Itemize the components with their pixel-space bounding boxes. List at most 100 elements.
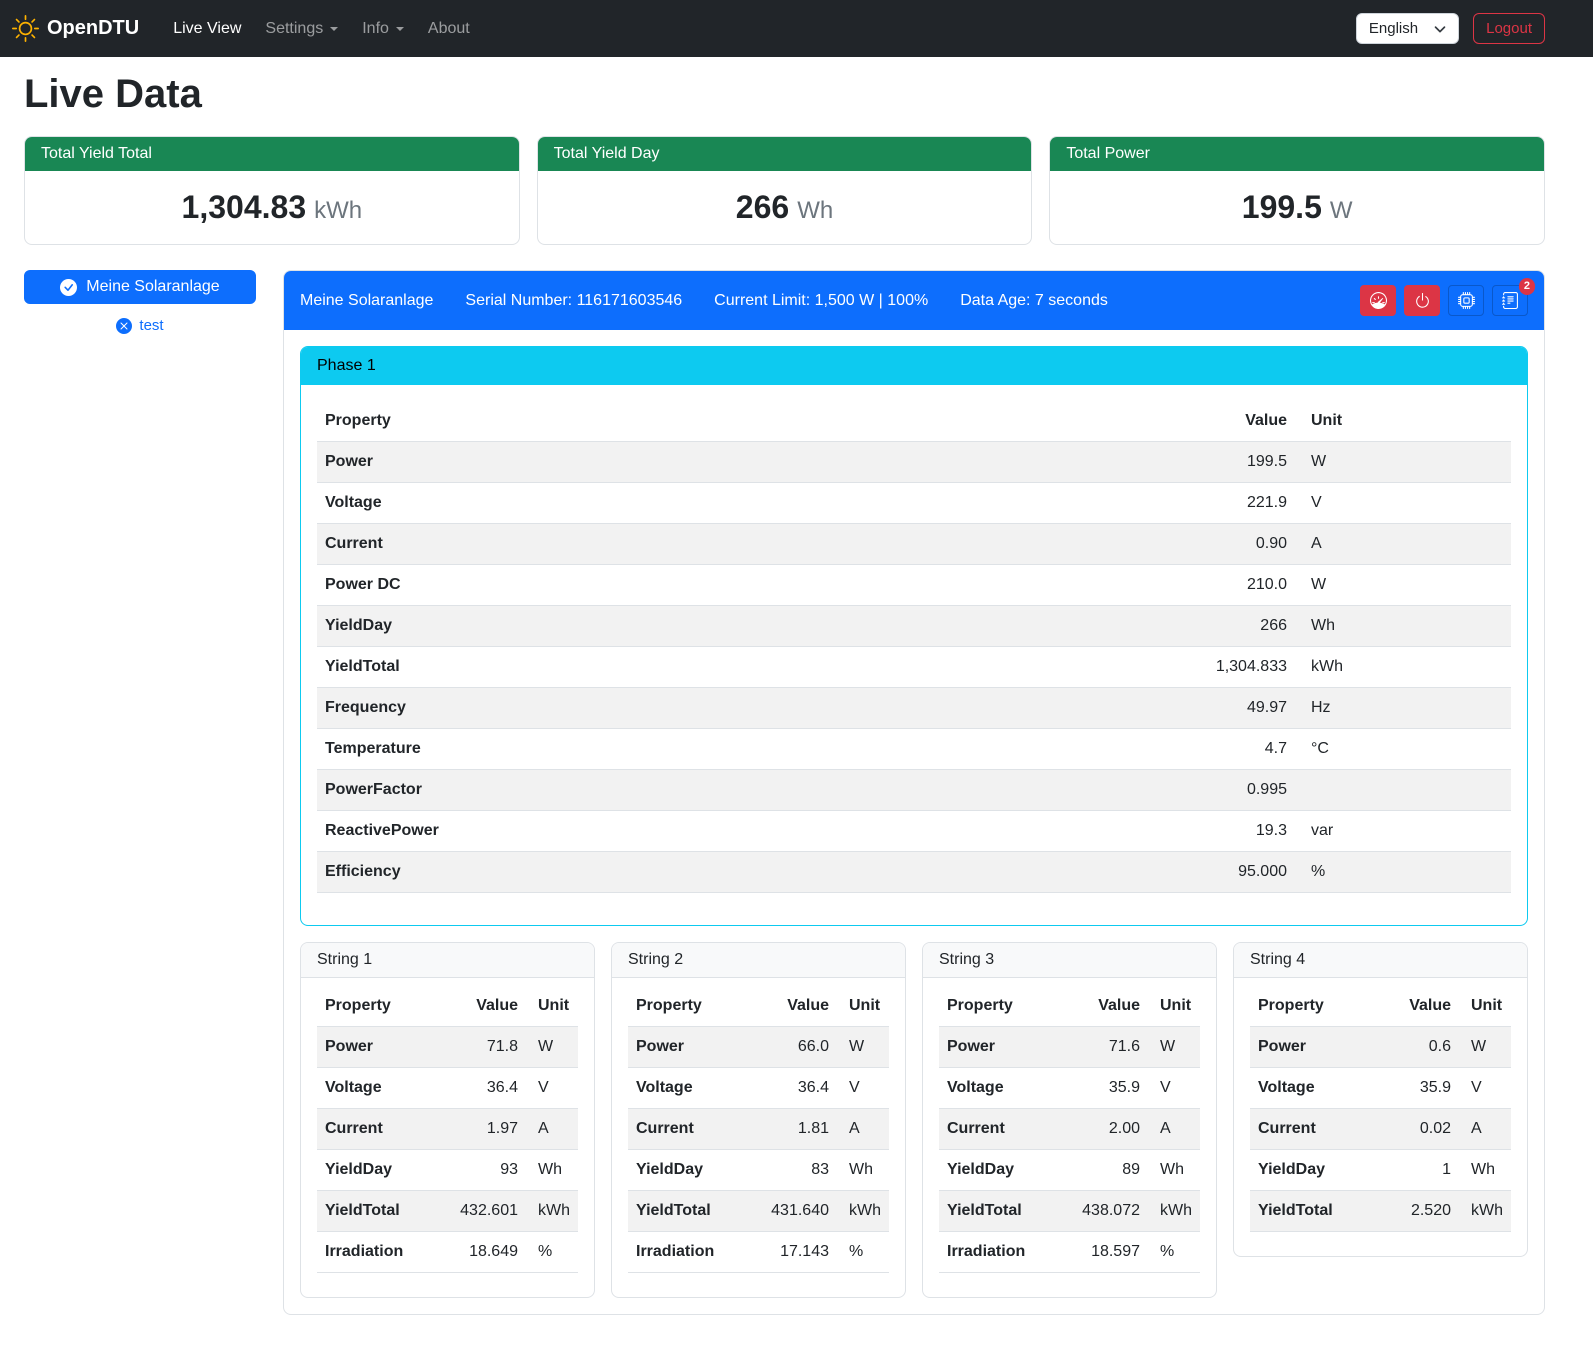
sidebar-item-label: test [139,317,163,334]
column-header-unit: Unit [526,986,578,1027]
table-row: Voltage 35.9 V [1250,1068,1511,1109]
nav-right: English Logout [1356,13,1545,44]
table-row: Voltage 36.4 V [628,1068,889,1109]
table-row: YieldTotal 432.601 kWh [317,1191,578,1232]
device-info-button[interactable] [1448,285,1484,316]
value-cell: 431.640 [745,1191,837,1232]
phase-1-card: Phase 1 Property Value Unit [300,346,1528,926]
value-cell: 199.5 [902,442,1295,483]
table-row: Voltage 35.9 V [939,1068,1200,1109]
property-cell: PowerFactor [317,770,902,811]
property-cell: Voltage [628,1068,745,1109]
summary-cards: Total Yield Total 1,304.83kWh Total Yiel… [24,136,1545,245]
sidebar-item-label: Meine Solaranlage [86,278,219,296]
sidebar-item-meine-solaranlage[interactable]: Meine Solaranlage [24,270,256,304]
logout-button[interactable]: Logout [1473,13,1545,44]
string-3-card: String 3 Property Value Unit [922,942,1217,1298]
nav-info[interactable]: Info [350,12,416,46]
table-row: Current 1.81 A [628,1109,889,1150]
value-cell: 0.90 [902,524,1295,565]
table-row: Current 1.97 A [317,1109,578,1150]
value-cell: 438.072 [1056,1191,1148,1232]
column-header-property: Property [317,986,434,1027]
power-icon [1414,292,1431,309]
table-row: Temperature 4.7 °C [317,729,1511,770]
value-cell: 0.6 [1378,1027,1459,1068]
property-cell: YieldDay [1250,1150,1378,1191]
string-card-title: String 3 [923,943,1216,978]
table-header-row: Property Value Unit [939,986,1200,1027]
page-title: Live Data [24,72,1545,117]
value-cell: 18.649 [434,1232,526,1273]
column-header-value: Value [434,986,526,1027]
power-settings-button[interactable] [1404,285,1440,316]
value-cell: 18.597 [1056,1232,1148,1273]
unit-cell: V [1459,1068,1511,1109]
unit-cell: % [526,1232,578,1273]
property-cell: Voltage [317,483,902,524]
column-header-unit: Unit [837,986,889,1027]
unit-cell: kWh [526,1191,578,1232]
value-cell: 83 [745,1150,837,1191]
unit-cell: % [1295,852,1511,893]
table-row: Voltage 221.9 V [317,483,1511,524]
event-log-button[interactable]: 2 [1492,285,1528,316]
unit-cell: kWh [1148,1191,1200,1232]
sun-icon [12,15,39,42]
unit-cell: A [526,1109,578,1150]
property-cell: Temperature [317,729,902,770]
table-row: YieldTotal 431.640 kWh [628,1191,889,1232]
table-header-row: Property Value Unit [1250,986,1511,1027]
unit-cell: Wh [1148,1150,1200,1191]
nav-settings[interactable]: Settings [253,12,350,46]
column-header-property: Property [628,986,745,1027]
language-select[interactable]: English [1356,13,1459,44]
property-cell: ReactivePower [317,811,902,852]
table-row: PowerFactor 0.995 [317,770,1511,811]
property-cell: YieldDay [628,1150,745,1191]
unit-cell: Wh [1459,1150,1511,1191]
column-header-unit: Unit [1459,986,1511,1027]
property-cell: YieldTotal [939,1191,1056,1232]
property-cell: Current [317,524,902,565]
property-cell: Power [1250,1027,1378,1068]
unit-cell: W [1295,565,1511,606]
table-row: Irradiation 18.649 % [317,1232,578,1273]
column-header-value: Value [745,986,837,1027]
brand[interactable]: OpenDTU [12,15,139,42]
unit-cell: kWh [1459,1191,1511,1232]
nav-live-view[interactable]: Live View [161,12,253,46]
value-cell: 17.143 [745,1232,837,1273]
cpu-icon [1458,292,1475,309]
table-row: YieldTotal 1,304.833 kWh [317,647,1511,688]
inverter-sidebar: Meine Solaranlage test [24,270,256,334]
value-cell: 36.4 [745,1068,837,1109]
property-cell: YieldTotal [317,647,902,688]
nav-about[interactable]: About [416,12,482,46]
event-count-badge: 2 [1519,278,1535,295]
column-header-value: Value [1056,986,1148,1027]
value-cell: 1,304.833 [902,647,1295,688]
table-row: Frequency 49.97 Hz [317,688,1511,729]
inverter-panel: Meine Solaranlage Serial Number: 1161716… [283,270,1545,1315]
string-2-table: Property Value Unit Power [628,986,889,1273]
value-cell: 0.02 [1378,1109,1459,1150]
unit-cell: V [1295,483,1511,524]
brand-label: OpenDTU [47,17,139,40]
table-row: Power DC 210.0 W [317,565,1511,606]
limit-settings-button[interactable] [1360,285,1396,316]
unit-cell: A [1459,1109,1511,1150]
nav-info-label: Info [362,20,389,38]
sidebar-item-test[interactable]: test [116,317,163,334]
inverter-data-age: Data Age: 7 seconds [960,292,1108,310]
table-row: Efficiency 95.000 % [317,852,1511,893]
card-unit: kWh [314,197,362,224]
table-row: YieldTotal 438.072 kWh [939,1191,1200,1232]
page-container: Live Data Total Yield Total 1,304.83kWh … [0,72,1593,1339]
property-cell: Power [317,442,902,483]
inverter-actions: 2 [1360,285,1528,316]
unit-cell: A [837,1109,889,1150]
table-header-row: Property Value Unit [628,986,889,1027]
check-circle-icon [60,279,77,296]
property-cell: Frequency [317,688,902,729]
